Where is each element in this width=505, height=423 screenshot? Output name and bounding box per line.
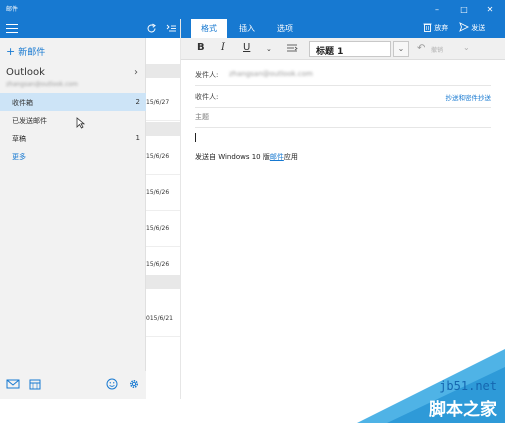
date-group-header [146, 122, 180, 136]
watermark-site: jb51.net [439, 379, 497, 393]
ribbon-tabs: 格式 插入 选项 放弃 发送 [181, 19, 505, 38]
folder-label: 收件箱 [12, 99, 33, 107]
calendar-icon[interactable] [29, 378, 41, 390]
folder-label: 草稿 [12, 135, 26, 143]
smiley-icon[interactable] [106, 378, 118, 390]
underline-button[interactable]: U [243, 42, 250, 53]
message-item[interactable]: 15/6/26 [146, 139, 180, 175]
style-chevron-down-icon[interactable]: ⌄ [393, 41, 409, 57]
signature-link[interactable]: 邮件 [270, 153, 284, 161]
message-item[interactable]: 015/6/21 [146, 301, 180, 337]
tab-options[interactable]: 选项 [267, 19, 303, 38]
folder-label: 更多 [12, 153, 26, 161]
message-list-toolbar [146, 19, 180, 38]
settings-icon[interactable] [128, 378, 140, 390]
folder-count: 1 [135, 134, 140, 142]
undo-chevron-down-icon[interactable]: ⌄ [463, 43, 470, 52]
send-label: 发送 [471, 24, 486, 32]
to-label: 收件人: [195, 93, 219, 101]
sidebar-header [0, 19, 146, 38]
italic-button[interactable]: I [221, 42, 225, 53]
tab-insert[interactable]: 插入 [229, 19, 265, 38]
sidebar-footer [0, 371, 146, 399]
undo-icon[interactable]: ↶ [417, 43, 425, 54]
font-chevron-down-icon[interactable]: ⌄ [266, 45, 272, 53]
date-group-header [146, 64, 180, 78]
subject-field[interactable]: 主题 [195, 108, 491, 128]
message-date: 15/6/27 [146, 99, 170, 106]
message-body[interactable]: 发送自 Windows 10 版邮件应用 [195, 152, 298, 162]
message-date: 15/6/26 [146, 153, 170, 160]
tab-format[interactable]: 格式 [191, 19, 227, 38]
message-item[interactable]: 15/6/26 [146, 175, 180, 211]
new-mail-label: 新邮件 [18, 48, 46, 58]
format-toolbar: B I U ⌄ 标题 1 ⌄ ↶ 撤销 ⌄ [181, 38, 505, 60]
signature-suffix: 应用 [283, 153, 298, 161]
message-date: 15/6/26 [146, 225, 170, 232]
trash-icon [423, 23, 432, 32]
folder-drafts[interactable]: 草稿 1 [0, 129, 146, 147]
text-cursor [195, 133, 196, 142]
from-field[interactable]: 发件人: zhangsan@outlook.com [195, 66, 491, 86]
message-date: 015/6/21 [146, 315, 173, 322]
style-select[interactable]: 标题 1 [309, 41, 391, 57]
folder-inbox[interactable]: 收件箱 2 [0, 93, 146, 111]
message-list: 15/6/27 15/6/26 15/6/26 15/6/26 15/6/26 … [146, 19, 181, 399]
account-name[interactable]: Outlook [6, 67, 45, 78]
subject-placeholder: 主题 [195, 113, 209, 121]
style-value: 标题 1 [316, 47, 344, 57]
folder-label: 已发送邮件 [12, 117, 47, 125]
undo-label: 撤销 [431, 47, 444, 54]
send-icon [459, 22, 470, 32]
close-button[interactable]: ✕ [478, 3, 502, 16]
to-field[interactable]: 收件人: 抄送和密件抄送 [195, 88, 491, 108]
watermark-name: 脚本之家 [429, 400, 497, 420]
mouse-cursor-icon [76, 117, 85, 129]
date-group-header [146, 275, 180, 289]
window-title: 邮件 [6, 6, 19, 13]
message-date: 15/6/26 [146, 189, 170, 196]
from-value: zhangsan@outlook.com [229, 70, 313, 78]
watermark: jb51.net 脚本之家 [357, 349, 505, 423]
discard-button[interactable]: 放弃 [423, 19, 448, 38]
cc-bcc-link[interactable]: 抄送和密件抄送 [446, 92, 492, 102]
from-label: 发件人: [195, 71, 219, 79]
mail-icon[interactable] [6, 378, 20, 390]
sidebar: + 新邮件 Outlook › zhangsan@outlook.com 收件箱 … [0, 19, 146, 399]
new-mail-button[interactable]: + 新邮件 [6, 45, 45, 58]
sync-icon[interactable] [146, 23, 157, 34]
bold-button[interactable]: B [197, 42, 205, 53]
folder-more[interactable]: 更多 [0, 147, 146, 165]
maximize-button[interactable]: □ [452, 3, 476, 16]
folder-count: 2 [135, 98, 140, 106]
title-bar: 邮件 – □ ✕ [0, 0, 505, 19]
message-item[interactable]: 15/6/26 [146, 211, 180, 247]
send-button[interactable]: 发送 [459, 19, 485, 38]
chevron-right-icon[interactable]: › [134, 67, 138, 78]
discard-label: 放弃 [434, 24, 449, 32]
message-date: 15/6/26 [146, 261, 170, 268]
account-email: zhangsan@outlook.com [6, 81, 78, 88]
minimize-button[interactable]: – [425, 3, 449, 16]
filter-list-icon[interactable] [166, 24, 177, 33]
hamburger-menu-icon[interactable] [6, 24, 18, 33]
message-item[interactable]: 15/6/27 [146, 85, 180, 121]
folder-sent[interactable]: 已发送邮件 [0, 111, 146, 129]
paragraph-format-icon[interactable] [286, 44, 298, 54]
signature-prefix: 发送自 Windows 10 版 [195, 153, 270, 161]
plus-icon: + [6, 45, 16, 58]
